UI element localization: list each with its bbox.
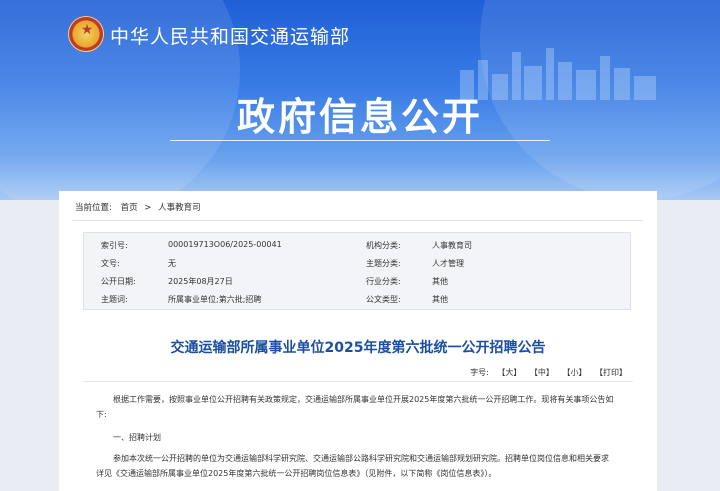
metadata-label: 行业分类:: [366, 277, 401, 286]
divider: [83, 381, 633, 382]
star-icon: ★: [80, 22, 94, 38]
paragraph-line: 详见《交通运输部所属事业单位2025年度第六批统一公开招聘岗位信息表》（见附件，…: [96, 469, 497, 478]
metadata-label: 文号:: [101, 259, 120, 268]
breadcrumb-separator: >: [144, 203, 152, 213]
divider: [73, 220, 643, 221]
metadata-label: 主题分类:: [366, 259, 401, 268]
metadata-label: 公文类型:: [366, 295, 401, 304]
metadata-label: 机构分类:: [366, 241, 401, 250]
metadata-row: 公开日期: 2025年08月27日 行业分类: 其他: [84, 276, 632, 290]
font-size-toolbar: 字号: 【大】 【中】 【小】 【打印】: [470, 367, 627, 378]
metadata-value: 2025年08月27日: [168, 277, 233, 286]
font-size-label: 字号:: [470, 368, 489, 377]
metadata-row: 文号: 无 主题分类: 人才管理: [84, 258, 632, 272]
paragraph-line: 根据工作需要，按照事业单位公开招聘有关政策规定，交通运输部所属事业单位开展202…: [113, 395, 614, 404]
metadata-value: 人才管理: [432, 259, 464, 268]
metadata-table: 索引号: 000019713O06/2025-00041 机构分类: 人事教育司…: [83, 232, 631, 310]
breadcrumb: 当前位置: 首页 > 人事教育司: [75, 201, 201, 213]
paragraph-line: 参加本次统一公开招聘的单位为交通运输部科学研究院、交通运输部公路科学研究院和交通…: [113, 454, 609, 463]
font-large-button[interactable]: 【大】: [497, 368, 521, 377]
metadata-value: 人事教育司: [432, 241, 472, 250]
metadata-value: 其他: [432, 295, 448, 304]
metadata-row: 主题词: 所属事业单位;第六批;招聘 公文类型: 其他: [84, 294, 632, 308]
font-medium-button[interactable]: 【中】: [530, 368, 554, 377]
metadata-value: 000019713O06/2025-00041: [168, 240, 282, 249]
header-banner: ★ 中华人民共和国交通运输部 政府信息公开: [0, 0, 720, 200]
breadcrumb-prefix: 当前位置:: [75, 203, 112, 213]
metadata-label: 公开日期:: [101, 277, 136, 286]
metadata-label: 索引号:: [101, 241, 128, 250]
metadata-label: 主题词:: [101, 295, 128, 304]
metadata-value: 所属事业单位;第六批;招聘: [168, 295, 262, 304]
font-small-button[interactable]: 【小】: [562, 368, 586, 377]
metadata-row: 索引号: 000019713O06/2025-00041 机构分类: 人事教育司: [84, 240, 632, 254]
print-button[interactable]: 【打印】: [595, 368, 627, 377]
metadata-value: 无: [168, 259, 176, 268]
page-title: 政府信息公开: [236, 95, 483, 139]
national-emblem-icon: ★: [68, 16, 104, 52]
paragraph-line: 下:: [96, 410, 107, 419]
content-card: 当前位置: 首页 > 人事教育司 索引号: 000019713O06/2025-…: [59, 191, 657, 491]
breadcrumb-department-link[interactable]: 人事教育司: [158, 203, 201, 213]
metadata-value: 其他: [432, 277, 448, 286]
breadcrumb-home-link[interactable]: 首页: [121, 203, 138, 213]
title-underline: [170, 140, 550, 141]
ministry-name[interactable]: 中华人民共和国交通运输部: [110, 22, 350, 49]
article-title: 交通运输部所属事业单位2025年度第六批统一公开招聘公告: [170, 340, 546, 356]
section-heading: 一、招聘计划: [113, 433, 161, 442]
